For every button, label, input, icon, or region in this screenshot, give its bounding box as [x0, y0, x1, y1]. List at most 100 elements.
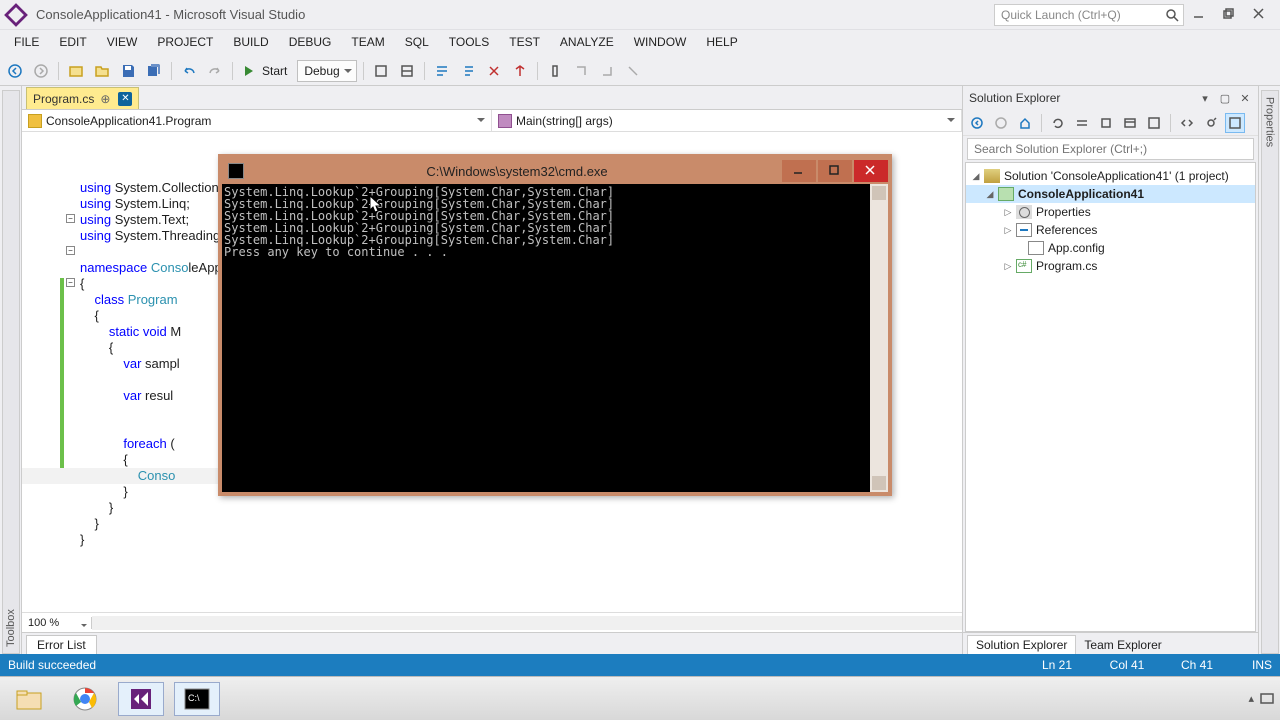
properties-rail[interactable]: Properties: [1258, 86, 1280, 654]
status-bar: Build succeeded Ln 21 Col 41 Ch 41 INS: [0, 654, 1280, 676]
solution-config-dropdown[interactable]: Debug: [297, 60, 356, 82]
sln-view-code-button[interactable]: [1177, 113, 1197, 133]
taskbar-cmd[interactable]: C:\: [174, 682, 220, 716]
menu-team[interactable]: TEAM: [341, 30, 394, 56]
scroll-down-icon[interactable]: [872, 476, 886, 490]
tab-close-icon[interactable]: ✕: [118, 92, 132, 106]
document-tab-program-cs[interactable]: Program.cs ⊕ ✕: [26, 87, 139, 109]
action-center-icon[interactable]: [1260, 692, 1274, 706]
taskbar-explorer[interactable]: [6, 682, 52, 716]
member-nav-dropdown[interactable]: Main(string[] args): [492, 110, 962, 131]
toolbar-icon[interactable]: [596, 60, 618, 82]
solution-tree[interactable]: ◢Solution 'ConsoleApplication41' (1 proj…: [965, 162, 1256, 632]
new-project-button[interactable]: [65, 60, 87, 82]
menu-debug[interactable]: DEBUG: [279, 30, 342, 56]
menu-build[interactable]: BUILD: [223, 30, 278, 56]
toolbar-icon[interactable]: [370, 60, 392, 82]
search-icon: [1165, 8, 1179, 22]
menu-file[interactable]: FILE: [4, 30, 49, 56]
status-line: Ln 21: [1022, 658, 1092, 672]
toolbar-icon[interactable]: [570, 60, 592, 82]
menu-project[interactable]: PROJECT: [147, 30, 223, 56]
menu-tools[interactable]: TOOLS: [439, 30, 499, 56]
sln-fwd-button[interactable]: [991, 113, 1011, 133]
toolbar-icon[interactable]: [396, 60, 418, 82]
tree-project-node[interactable]: ◢ConsoleApplication41: [966, 185, 1255, 203]
toolbox-rail[interactable]: Toolbox: [0, 86, 22, 654]
nav-fwd-button[interactable]: [30, 60, 52, 82]
error-list-label: Error List: [26, 635, 97, 654]
menu-view[interactable]: VIEW: [97, 30, 148, 56]
cmd-maximize-button[interactable]: [818, 160, 852, 182]
cmd-close-button[interactable]: [854, 160, 888, 182]
sln-back-button[interactable]: [967, 113, 987, 133]
open-file-button[interactable]: [91, 60, 113, 82]
undo-button[interactable]: [178, 60, 200, 82]
tree-references-node[interactable]: ▷References: [966, 221, 1255, 239]
start-label: Start: [262, 64, 287, 78]
references-icon: [1016, 223, 1032, 237]
menu-help[interactable]: HELP: [696, 30, 747, 56]
sln-properties-button[interactable]: [1144, 113, 1164, 133]
fold-toggle[interactable]: −: [66, 246, 75, 255]
fold-toggle[interactable]: −: [66, 214, 75, 223]
sln-sync-button[interactable]: [1072, 113, 1092, 133]
menu-test[interactable]: TEST: [499, 30, 550, 56]
toolbar-icon[interactable]: [483, 60, 505, 82]
cmd-window[interactable]: C:\Windows\system32\cmd.exe System.Linq.…: [218, 154, 892, 496]
toolbar-icon[interactable]: [622, 60, 644, 82]
system-tray[interactable]: ▴: [1248, 692, 1274, 706]
cmd-output: System.Linq.Lookup`2+Grouping[System.Cha…: [222, 184, 870, 492]
windows-taskbar: C:\ ▴: [0, 676, 1280, 720]
save-button[interactable]: [117, 60, 139, 82]
menu-edit[interactable]: EDIT: [49, 30, 96, 56]
fold-toggle[interactable]: −: [66, 278, 75, 287]
tree-solution-node[interactable]: ◢Solution 'ConsoleApplication41' (1 proj…: [966, 167, 1255, 185]
tree-programcs-node[interactable]: ▷Program.cs: [966, 257, 1255, 275]
menu-window[interactable]: WINDOW: [624, 30, 697, 56]
panel-close-icon[interactable]: ✕: [1238, 91, 1252, 105]
scroll-up-icon[interactable]: [872, 186, 886, 200]
start-debug-button[interactable]: Start: [239, 60, 293, 82]
comment-button[interactable]: [431, 60, 453, 82]
sln-search-input[interactable]: [967, 138, 1254, 160]
minimize-button[interactable]: [1186, 4, 1214, 26]
sln-collapse-button[interactable]: [1096, 113, 1116, 133]
tree-appconfig-node[interactable]: App.config: [966, 239, 1255, 257]
taskbar-visual-studio[interactable]: [118, 682, 164, 716]
type-nav-dropdown[interactable]: ConsoleApplication41.Program: [22, 110, 492, 131]
restore-button[interactable]: [1216, 4, 1244, 26]
sln-properties-wrench-button[interactable]: [1201, 113, 1221, 133]
tab-team-explorer[interactable]: Team Explorer: [1076, 636, 1169, 654]
menu-analyze[interactable]: ANALYZE: [550, 30, 624, 56]
toolbox-label: Toolbox: [2, 90, 20, 654]
solution-explorer-toolbar: [963, 110, 1258, 136]
taskbar-chrome[interactable]: [62, 682, 108, 716]
sln-showall-button[interactable]: [1120, 113, 1140, 133]
tree-properties-node[interactable]: ▷Properties: [966, 203, 1255, 221]
cmd-system-icon[interactable]: [228, 163, 244, 179]
cmd-minimize-button[interactable]: [782, 160, 816, 182]
uncomment-button[interactable]: [457, 60, 479, 82]
nav-back-button[interactable]: [4, 60, 26, 82]
sln-home-button[interactable]: [1015, 113, 1035, 133]
zoom-dropdown[interactable]: 100 %: [22, 617, 92, 629]
toolbar-icon[interactable]: [544, 60, 566, 82]
save-all-button[interactable]: [143, 60, 165, 82]
toolbar-icon[interactable]: [509, 60, 531, 82]
close-button[interactable]: [1246, 4, 1274, 26]
menu-sql[interactable]: SQL: [395, 30, 439, 56]
panel-dropdown-icon[interactable]: ▾: [1198, 91, 1212, 105]
error-list-panel-tab[interactable]: Error List: [22, 632, 962, 654]
redo-button[interactable]: [204, 60, 226, 82]
cmd-title-bar[interactable]: C:\Windows\system32\cmd.exe: [222, 158, 888, 184]
pin-icon[interactable]: ⊕: [100, 92, 110, 106]
horizontal-scrollbar[interactable]: [92, 616, 962, 630]
tray-chevron-icon[interactable]: ▴: [1248, 692, 1254, 705]
sln-refresh-button[interactable]: [1048, 113, 1068, 133]
panel-pin-icon[interactable]: ▢: [1218, 91, 1232, 105]
cmd-scrollbar[interactable]: [870, 184, 888, 492]
sln-preview-button[interactable]: [1225, 113, 1245, 133]
tab-solution-explorer[interactable]: Solution Explorer: [967, 635, 1076, 654]
quick-launch-input[interactable]: Quick Launch (Ctrl+Q): [994, 4, 1184, 26]
